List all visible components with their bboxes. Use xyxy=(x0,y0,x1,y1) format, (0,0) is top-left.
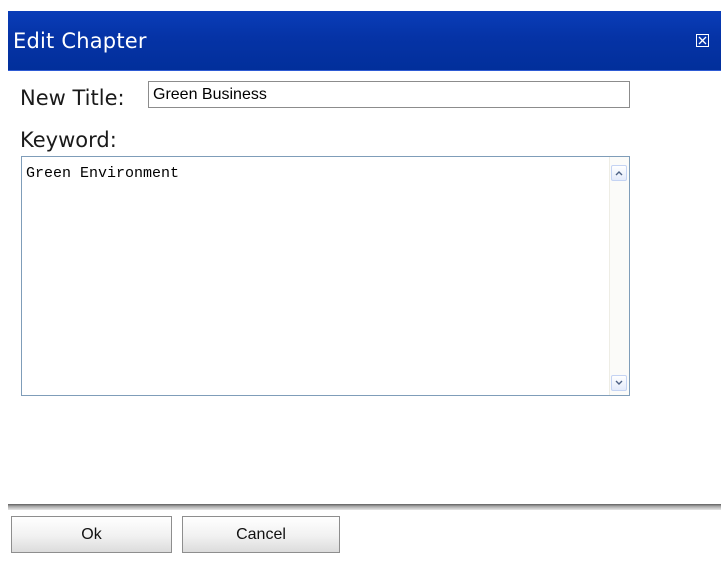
ok-button[interactable]: Ok xyxy=(11,516,172,553)
close-box-icon[interactable] xyxy=(696,34,709,47)
dialog-titlebar[interactable]: Edit Chapter xyxy=(8,11,721,71)
new-title-input[interactable] xyxy=(148,81,630,108)
vertical-scrollbar[interactable] xyxy=(609,157,629,395)
keyword-textarea-container: Green Environment xyxy=(21,156,630,396)
scroll-down-arrow-icon[interactable] xyxy=(611,375,627,391)
cancel-button[interactable]: Cancel xyxy=(182,516,340,553)
edit-chapter-dialog: Edit Chapter New Title: Keyword: Green E… xyxy=(8,11,721,561)
dialog-title: Edit Chapter xyxy=(13,29,147,53)
scroll-up-arrow-icon[interactable] xyxy=(611,165,627,181)
new-title-label: New Title: xyxy=(20,86,125,110)
keyword-label: Keyword: xyxy=(20,128,117,152)
keyword-textarea[interactable]: Green Environment xyxy=(22,157,610,395)
dialog-footer: Ok Cancel xyxy=(8,510,721,561)
